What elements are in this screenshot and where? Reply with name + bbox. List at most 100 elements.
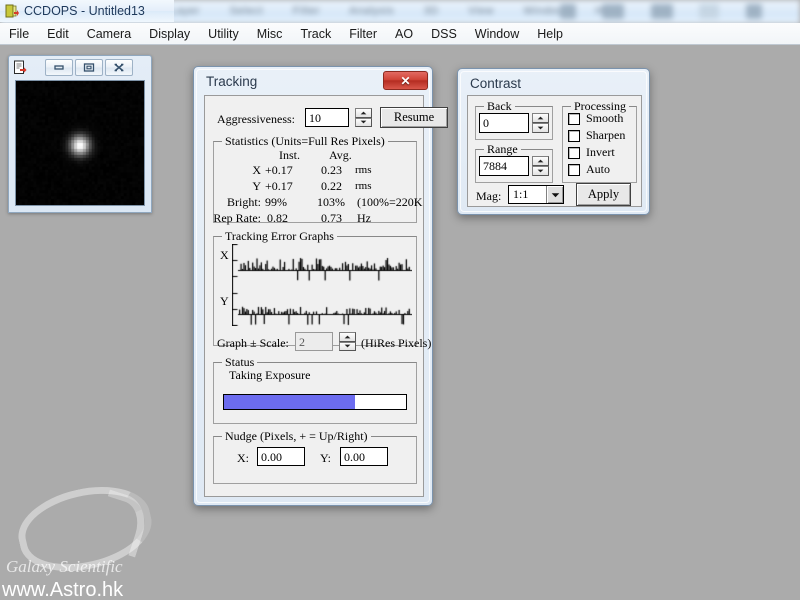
stepper-up-button[interactable]: [339, 332, 356, 342]
checkbox-auto[interactable]: Auto: [568, 162, 610, 177]
stats-row-label-x: X: [217, 163, 261, 178]
back-input[interactable]: 0: [479, 113, 529, 133]
chevron-up-icon: [344, 335, 351, 339]
mag-value: 1:1: [509, 187, 546, 202]
stepper-down-button[interactable]: [532, 123, 549, 133]
chevron-up-icon: [537, 159, 544, 163]
chevron-down-icon[interactable]: [546, 186, 563, 203]
status-progress-fill: [224, 395, 355, 409]
galaxy-swirl-icon: [11, 475, 160, 583]
nudge-y-label: Y:: [320, 451, 331, 466]
image-window-maximize-button[interactable]: [75, 59, 103, 76]
checkbox-sharpen[interactable]: Sharpen: [568, 128, 625, 143]
checkbox-label: Sharpen: [586, 128, 625, 143]
range-legend: Range: [484, 142, 521, 157]
graph-scale-units: (HiRes Pixels): [361, 336, 431, 351]
chevron-down-icon: [537, 169, 544, 173]
menu-item-file[interactable]: File: [0, 25, 38, 43]
contrast-panel: Back 0 Range 7884: [467, 95, 642, 207]
stats-row-unit-x: rms: [355, 164, 372, 176]
menu-item-dss[interactable]: DSS: [422, 25, 466, 43]
graph-scale-label: Graph ± Scale:: [217, 336, 289, 351]
window-title: CCDOPS - Untitled13: [24, 4, 145, 18]
close-x-icon: ✕: [400, 75, 410, 87]
resume-button[interactable]: Resume: [380, 107, 448, 128]
close-x-icon: [112, 62, 126, 73]
aggressiveness-input[interactable]: 10: [305, 108, 349, 127]
stats-row-avg-reprate: 0.73: [321, 211, 342, 226]
menu-item-track[interactable]: Track: [291, 25, 340, 43]
nudge-x-label: X:: [237, 451, 249, 466]
range-input[interactable]: 7884: [479, 156, 529, 176]
stepper-down-button[interactable]: [355, 118, 372, 128]
watermark-brand: Galaxy Scientific: [6, 557, 123, 577]
menu-item-utility[interactable]: Utility: [199, 25, 248, 43]
stepper-down-button[interactable]: [532, 166, 549, 176]
nudge-x-input[interactable]: 0.00: [257, 447, 305, 466]
chevron-down-icon: [344, 344, 351, 348]
chevron-up-icon: [360, 111, 367, 115]
tracking-dialog-close-button[interactable]: ✕: [383, 71, 428, 90]
checkbox-box-icon: [568, 147, 580, 159]
watermark: Galaxy Scientific www.Astro.hk: [0, 485, 200, 600]
statistics-legend: Statistics (Units=Full Res Pixels): [222, 134, 388, 149]
back-legend: Back: [484, 99, 515, 114]
stats-row-unit-reprate: Hz: [357, 211, 371, 226]
contrast-dialog[interactable]: Contrast Back 0: [457, 68, 650, 215]
stepper-up-button[interactable]: [532, 113, 549, 123]
screen-root: Layer Select Filter Analysis 3D View Win…: [0, 0, 800, 600]
menu-item-ao[interactable]: AO: [386, 25, 422, 43]
menu-item-misc[interactable]: Misc: [248, 25, 292, 43]
maximize-icon: [82, 62, 96, 73]
image-window-minimize-button[interactable]: [45, 59, 73, 76]
menu-item-filter[interactable]: Filter: [340, 25, 386, 43]
stats-row-inst-reprate: 0.82: [267, 211, 288, 226]
range-stepper[interactable]: [532, 156, 549, 176]
stats-col-header-avg: Avg.: [329, 148, 352, 163]
document-icon: [13, 60, 28, 75]
graph-scale-input[interactable]: 2: [295, 332, 333, 351]
nudge-y-input[interactable]: 0.00: [340, 447, 388, 466]
error-graphs-legend: Tracking Error Graphs: [222, 229, 337, 244]
stepper-up-button[interactable]: [355, 108, 372, 118]
chevron-down-icon: [537, 126, 544, 130]
stepper-up-button[interactable]: [532, 156, 549, 166]
checkbox-smooth[interactable]: Smooth: [568, 111, 623, 126]
checkbox-label: Auto: [586, 162, 610, 177]
chevron-up-icon: [537, 116, 544, 120]
checkbox-box-icon: [568, 130, 580, 142]
apply-button[interactable]: Apply: [576, 183, 631, 206]
graph-axis-label-x: X: [220, 248, 229, 263]
checkbox-box-icon: [568, 113, 580, 125]
menu-item-edit[interactable]: Edit: [38, 25, 78, 43]
checkbox-label: Invert: [586, 145, 615, 160]
image-window-titlebar: [9, 56, 151, 78]
tracking-panel: Aggressiveness: 10 Resume Statistics (Un…: [204, 95, 424, 497]
menu-item-window[interactable]: Window: [466, 25, 528, 43]
main-window: CCDOPS - Untitled13 File Edit Camera Dis…: [0, 0, 800, 600]
status-message: Taking Exposure: [229, 368, 310, 383]
star-image-viewport[interactable]: [15, 80, 145, 206]
stats-col-header-inst: Inst.: [279, 148, 300, 163]
image-window-close-button[interactable]: [105, 59, 133, 76]
mag-select[interactable]: 1:1: [508, 185, 564, 204]
stats-row-inst-x: +0.17: [265, 163, 293, 178]
back-stepper[interactable]: [532, 113, 549, 133]
stepper-down-button[interactable]: [339, 342, 356, 352]
menu-item-camera[interactable]: Camera: [78, 25, 140, 43]
graph-scale-stepper[interactable]: [339, 332, 356, 351]
aggressiveness-stepper[interactable]: [355, 108, 372, 127]
app-icon: [5, 4, 19, 18]
menu-item-help[interactable]: Help: [528, 25, 572, 43]
checkbox-box-icon: [568, 164, 580, 176]
stats-row-unit-y: rms: [355, 180, 372, 192]
menu-bar: File Edit Camera Display Utility Misc Tr…: [0, 23, 800, 45]
stats-row-label-bright: Bright:: [209, 195, 261, 210]
galaxy-swirl-tail-icon: [92, 489, 152, 557]
menu-item-display[interactable]: Display: [140, 25, 199, 43]
tracking-dialog[interactable]: Tracking ✕ Aggressiveness: 10: [193, 66, 433, 506]
image-child-window[interactable]: [8, 55, 152, 213]
nudge-legend: Nudge (Pixels, + = Up/Right): [222, 429, 371, 444]
checkbox-label: Smooth: [586, 111, 623, 126]
checkbox-invert[interactable]: Invert: [568, 145, 615, 160]
